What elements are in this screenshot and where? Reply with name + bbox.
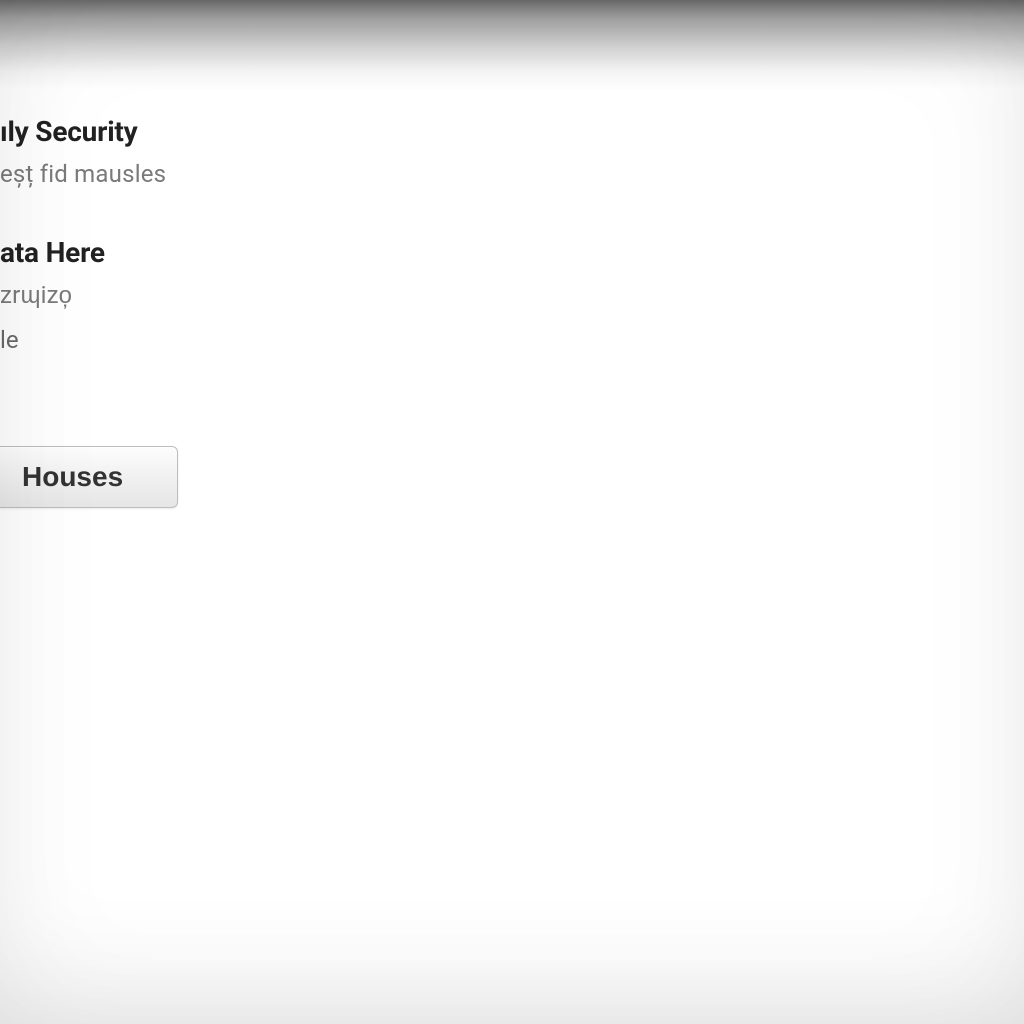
- section-sub2-data: le: [0, 326, 1024, 354]
- section-title-data: ata Here: [0, 236, 1024, 269]
- houses-button[interactable]: Houses: [0, 446, 178, 508]
- section-data: ata Here zrɰizo̦ le: [0, 236, 1024, 354]
- section-sub-security: eșț fid mausles: [0, 160, 1024, 188]
- section-security: ıly Security eșț fid mausles: [0, 115, 1024, 188]
- section-sub-data: zrɰizo̦: [0, 281, 1024, 310]
- main-content: ıly Security eșț fid mausles ata Here zr…: [0, 115, 1024, 508]
- top-gradient-overlay: [0, 0, 1024, 90]
- section-title-security: ıly Security: [0, 115, 1024, 148]
